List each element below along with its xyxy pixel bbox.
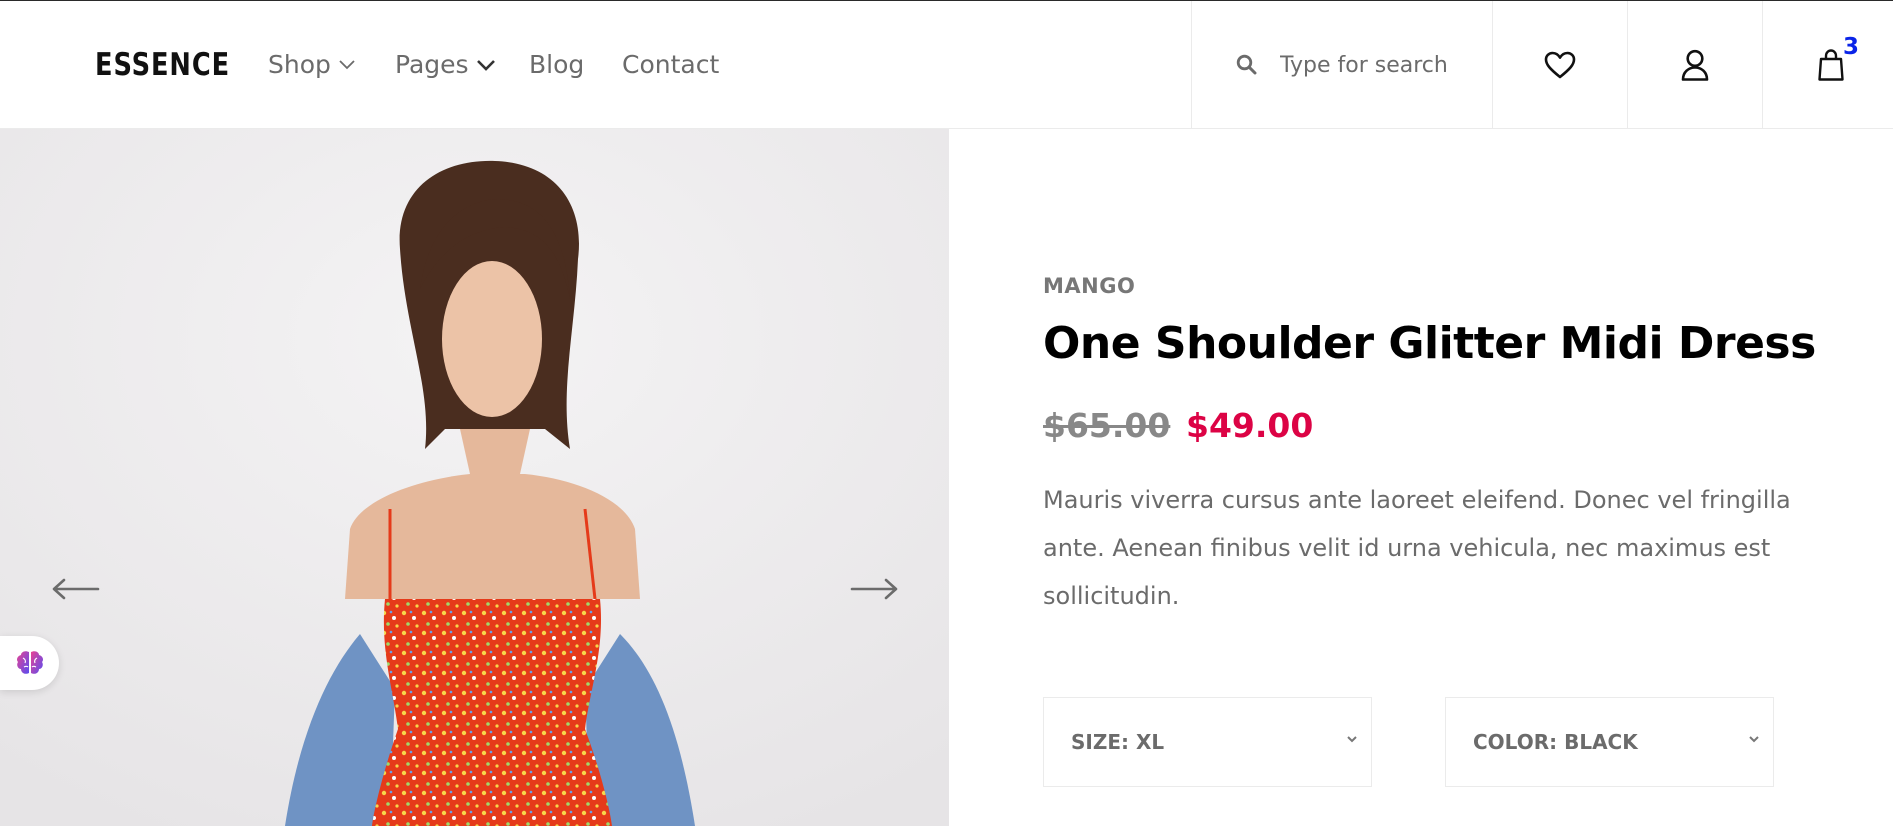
search-input[interactable]	[1280, 47, 1480, 83]
product-image-slider[interactable]	[0, 129, 949, 826]
nav-pages-label: Pages	[395, 50, 469, 79]
color-select-value: COLOR: BLACK	[1473, 730, 1638, 754]
floating-helper-button[interactable]	[0, 636, 59, 690]
cart-count-badge: 3	[1843, 34, 1860, 60]
search-icon[interactable]	[1236, 54, 1257, 75]
arrow-right-icon[interactable]	[850, 578, 898, 600]
nav-shop-label: Shop	[268, 50, 331, 79]
nav-contact[interactable]: Contact	[622, 49, 719, 81]
size-select-value: SIZE: XL	[1071, 730, 1165, 754]
shopping-bag-icon	[1817, 48, 1844, 81]
nav-shop[interactable]: Shop	[268, 49, 355, 81]
arrow-left-icon[interactable]	[52, 578, 100, 600]
sale-price: $49.00	[1186, 406, 1314, 445]
brain-icon	[16, 651, 43, 674]
old-price: $65.00	[1043, 406, 1171, 445]
heart-icon	[1544, 51, 1576, 78]
user-icon	[1681, 49, 1709, 81]
product-description: Mauris viverra cursus ante laoreet eleif…	[1043, 486, 1791, 610]
product-title: One Shoulder Glitter Midi Dress	[1043, 318, 1816, 369]
cart-button[interactable]	[1763, 1, 1893, 128]
nav-contact-label: Contact	[622, 50, 720, 79]
nav-blog[interactable]: Blog	[529, 49, 584, 81]
wishlist-button[interactable]	[1493, 1, 1628, 128]
site-logo[interactable]: ESSENCE	[95, 47, 230, 83]
size-select[interactable]: SIZE: XL	[1043, 697, 1372, 787]
chevron-down-icon	[476, 59, 495, 71]
product-brand[interactable]: MANGO	[1043, 274, 1135, 298]
nav-pages[interactable]: Pages	[395, 49, 495, 81]
search-box	[1191, 1, 1493, 128]
chevron-down-icon	[1347, 736, 1357, 743]
account-button[interactable]	[1628, 1, 1763, 128]
chevron-down-icon	[1749, 736, 1759, 743]
nav-blog-label: Blog	[529, 50, 585, 79]
site-header: ESSENCE Shop Pages Blog Contact 3	[0, 1, 1893, 129]
color-select[interactable]: COLOR: BLACK	[1445, 697, 1774, 787]
chevron-down-icon	[339, 60, 355, 70]
product-photo	[0, 129, 949, 826]
